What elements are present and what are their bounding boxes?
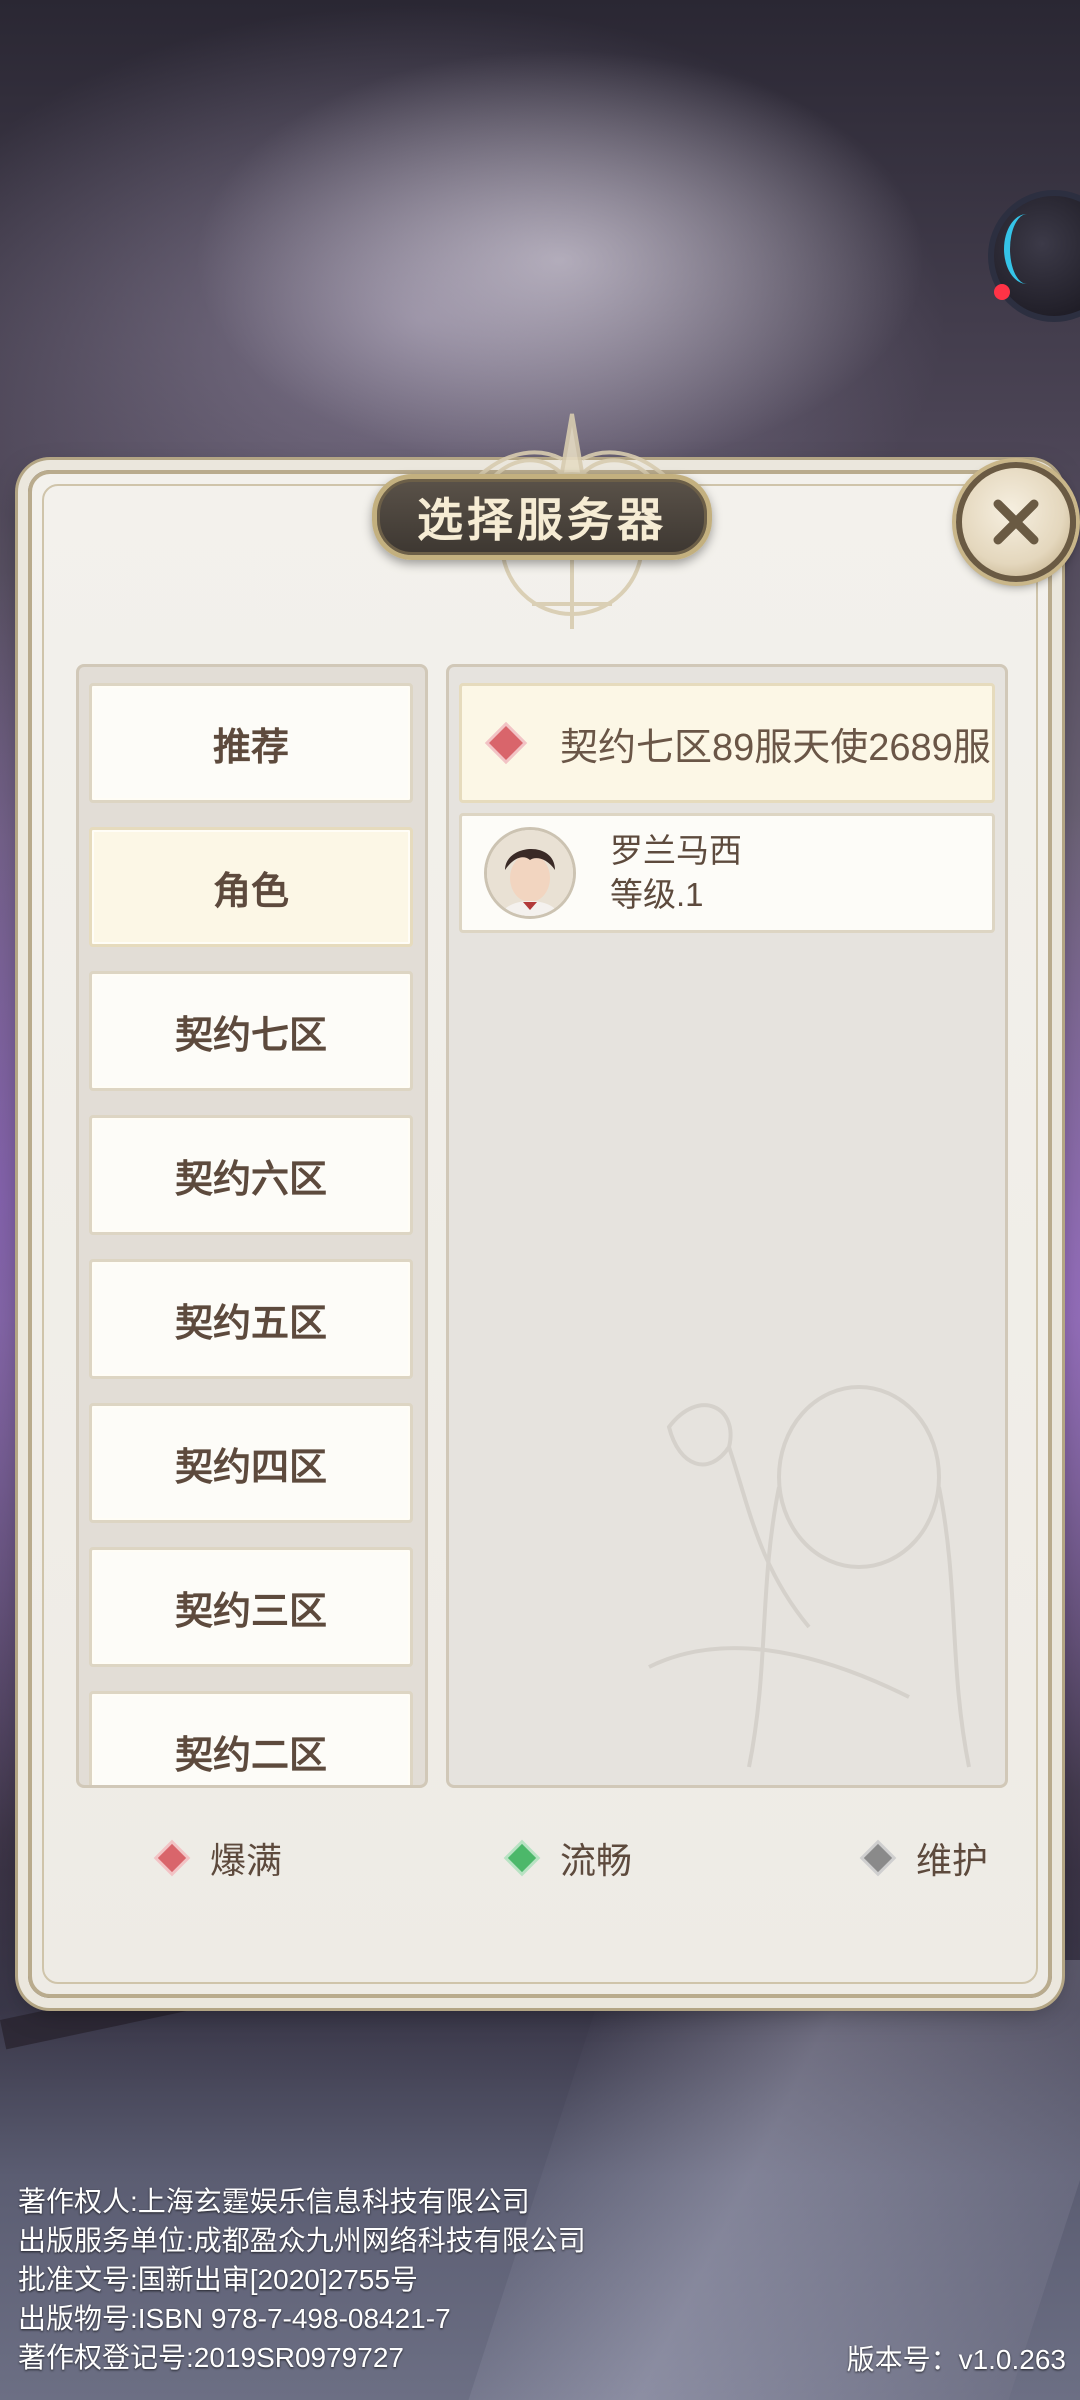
legend-maintenance-label: 维护 [916, 1840, 989, 1881]
avatar [484, 827, 576, 919]
dialog-title: 选择服务器 [417, 493, 667, 547]
legend-maintenance: 维护 [863, 1832, 989, 1884]
zone-item-recommended[interactable]: 推荐 [89, 683, 413, 803]
zone-item-3[interactable]: 契约三区 [89, 1547, 413, 1667]
zone-item-2[interactable]: 契约二区 [89, 1691, 413, 1785]
registration-text: 著作权登记号:2019SR0979727 [18, 2342, 404, 2373]
version-text: 版本号：v1.0.263 [846, 2344, 1066, 2375]
status-legend: 爆满 流畅 维护 [108, 1832, 988, 1892]
character-watermark-illustration [648, 1385, 971, 1768]
zone-item-7[interactable]: 契约七区 [89, 971, 413, 1091]
approval-text: 批准文号:国新出审[2020]2755号 [18, 2264, 418, 2295]
legend-full-label: 爆满 [210, 1840, 283, 1881]
close-button[interactable] [956, 462, 1076, 582]
legend-smooth: 流畅 [507, 1832, 633, 1884]
character-item[interactable]: 罗兰马西 等级.1 [459, 813, 995, 933]
legend-full: 爆满 [157, 1832, 283, 1884]
zone-item-roles[interactable]: 角色 [89, 827, 413, 947]
publisher-text: 出版服务单位:成都盈众九州网络科技有限公司 [18, 2225, 586, 2256]
dialog-title-plate: 选择服务器 [372, 474, 712, 560]
status-full-icon [157, 1843, 187, 1873]
zone-item-5[interactable]: 契约五区 [89, 1259, 413, 1379]
server-name: 契约七区89服天使2689服 [560, 726, 991, 769]
server-list[interactable]: 契约七区89服天使2689服 罗兰马西 等级.1 [446, 664, 1008, 1788]
status-maintenance-icon [863, 1843, 893, 1873]
status-smooth-icon [507, 1843, 537, 1873]
server-item[interactable]: 契约七区89服天使2689服 [459, 683, 995, 803]
isbn-text: 出版物号:ISBN 978-7-498-08421-7 [18, 2303, 451, 2334]
status-full-icon [489, 726, 523, 760]
copyright-holder-text: 著作权人:上海玄霆娱乐信息科技有限公司 [18, 2186, 530, 2217]
zone-item-4[interactable]: 契约四区 [89, 1403, 413, 1523]
notification-dot [994, 284, 1010, 300]
close-icon [993, 499, 1039, 545]
character-name: 罗兰马西 [610, 832, 742, 869]
server-select-dialog: 选择服务器 推荐 角色 契约七区 契约六区 契约五区 契约四区 契约三区 契约二… [28, 413, 1076, 1998]
character-level: 等级.1 [610, 876, 704, 913]
zone-item-6[interactable]: 契约六区 [89, 1115, 413, 1235]
legend-smooth-label: 流畅 [560, 1840, 633, 1881]
zone-list[interactable]: 推荐 角色 契约七区 契约六区 契约五区 契约四区 契约三区 契约二区 [76, 664, 428, 1788]
copyright-footer: 著作权人:上海玄霆娱乐信息科技有限公司 出版服务单位:成都盈众九州网络科技有限公… [18, 2182, 586, 2377]
